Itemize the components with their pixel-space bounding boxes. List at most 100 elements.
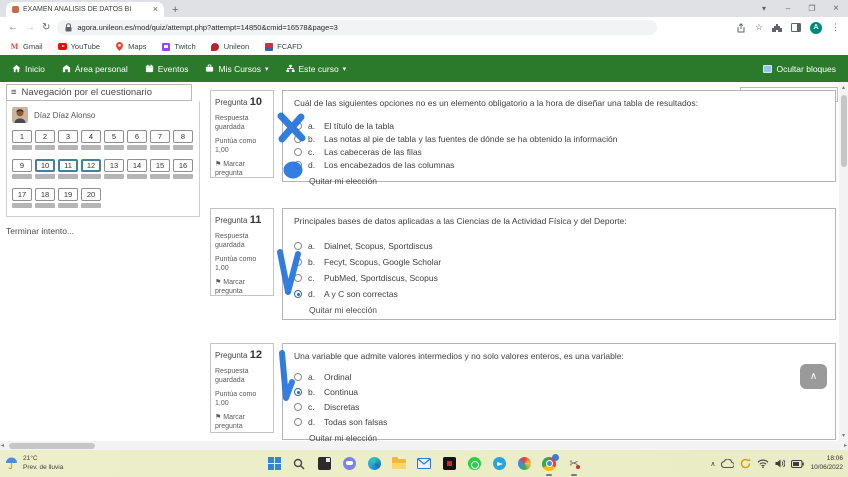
vertical-scroll-thumb[interactable] [841, 95, 847, 167]
question-nav-button-16[interactable]: 16 [173, 159, 193, 179]
nav-item-eventos[interactable]: Eventos [145, 64, 189, 74]
clear-choice-link[interactable]: Quitar mi elección [309, 176, 824, 186]
back-button[interactable]: ← [8, 22, 18, 33]
radio-button[interactable] [294, 258, 302, 266]
nav-item-area-personal[interactable]: Área personal [62, 64, 128, 74]
option-b[interactable]: b.Las notas al pie de tabla y las fuente… [294, 134, 824, 144]
question-nav-button-1[interactable]: 1 [12, 130, 32, 150]
radio-button[interactable] [294, 274, 302, 282]
question-nav-button-3[interactable]: 3 [58, 130, 78, 150]
clear-choice-link[interactable]: Quitar mi elección [309, 433, 824, 441]
question-nav-button-7[interactable]: 7 [150, 130, 170, 150]
finish-attempt-link[interactable]: Terminar intento... [6, 226, 204, 236]
color-wheel-app-icon[interactable] [516, 456, 532, 472]
profile-avatar[interactable]: A [810, 22, 822, 34]
nav-item-mis-cursos[interactable]: Mis Cursos ▾ [205, 64, 268, 74]
bookmark-youtube[interactable]: YouTube [58, 42, 100, 51]
forward-button[interactable]: → [25, 22, 35, 33]
question-nav-button-8[interactable]: 8 [173, 130, 193, 150]
dark-app-icon[interactable] [316, 456, 332, 472]
url-field[interactable]: agora.unileon.es/mod/quiz/attempt.php?at… [57, 20, 657, 35]
question-nav-button-13[interactable]: 13 [104, 159, 124, 179]
side-panel-icon[interactable] [791, 23, 801, 32]
option-d[interactable]: d.Los encabezados de las columnas [294, 160, 824, 170]
media-app-icon[interactable] [441, 456, 457, 472]
question-nav-button-5[interactable]: 5 [104, 130, 124, 150]
volume-icon[interactable] [775, 459, 785, 468]
scroll-up-arrow-icon[interactable]: ▴ [839, 84, 848, 91]
flag-question-link[interactable]: ⚑ Marcar pregunta [215, 278, 269, 297]
extensions-icon[interactable] [772, 23, 782, 33]
option-c[interactable]: c.Discretas [294, 402, 824, 412]
bookmark-fcafd[interactable]: FCAFD [264, 42, 302, 51]
mail-icon[interactable] [416, 456, 432, 472]
scroll-left-arrow-icon[interactable]: ◂ [1, 442, 4, 449]
radio-button[interactable] [294, 388, 302, 396]
question-nav-button-19[interactable]: 19 [58, 188, 78, 208]
question-nav-button-18[interactable]: 18 [35, 188, 55, 208]
new-tab-button[interactable]: + [164, 4, 188, 17]
window-close-button[interactable]: × [824, 3, 848, 14]
telegram-icon[interactable] [491, 456, 507, 472]
question-nav-button-2[interactable]: 2 [35, 130, 55, 150]
question-nav-button-4[interactable]: 4 [81, 130, 101, 150]
nav-item-inicio[interactable]: Inicio [12, 64, 45, 74]
option-c[interactable]: c.Las cabeceras de las filas [294, 147, 824, 157]
question-nav-button-11[interactable]: 11 [58, 159, 78, 179]
radio-button[interactable] [294, 403, 302, 411]
radio-button[interactable] [294, 148, 302, 156]
clock[interactable]: 18:06 10/06/2022 [810, 455, 843, 472]
browser-menu-icon[interactable]: ⋮ [831, 22, 840, 33]
radio-button[interactable] [294, 418, 302, 426]
weather-widget[interactable]: 21°CPrev. de lluvia [5, 455, 63, 471]
question-nav-button-20[interactable]: 20 [81, 188, 101, 208]
chrome-icon[interactable] [541, 456, 557, 472]
option-a[interactable]: a.Ordinal [294, 372, 824, 382]
chevron-up-icon[interactable]: ∧ [710, 460, 715, 468]
scroll-right-arrow-icon[interactable]: ▸ [844, 442, 847, 449]
bookmark-unileon[interactable]: Unileon [211, 42, 249, 51]
option-d[interactable]: d.A y C son correctas [294, 289, 824, 299]
radio-button[interactable] [294, 242, 302, 250]
question-nav-button-12[interactable]: 12 [81, 159, 101, 179]
scroll-to-top-button[interactable]: ∧ [800, 364, 827, 389]
reload-button[interactable]: ↻ [42, 22, 50, 33]
nav-item-este-curso[interactable]: Este curso ▾ [286, 64, 347, 74]
clear-choice-link[interactable]: Quitar mi elección [309, 305, 824, 315]
radio-button[interactable] [294, 122, 302, 130]
bookmark-star-icon[interactable]: ☆ [755, 22, 763, 33]
option-d[interactable]: d.Todas son falsas [294, 417, 824, 427]
question-nav-button-14[interactable]: 14 [127, 159, 147, 179]
search-icon[interactable] [291, 456, 307, 472]
chat-icon[interactable] [341, 456, 357, 472]
question-nav-button-15[interactable]: 15 [150, 159, 170, 179]
option-a[interactable]: a.Dialnet, Scopus, Sportdiscus [294, 241, 824, 251]
horizontal-scroll-thumb[interactable] [9, 443, 95, 449]
hide-blocks-button[interactable]: Ocultar bloques [763, 64, 836, 74]
option-a[interactable]: a.El título de la tabla [294, 121, 824, 131]
scroll-down-arrow-icon[interactable]: ▾ [839, 432, 848, 439]
bookmark-twitch[interactable]: Twitch [161, 42, 195, 51]
radio-button[interactable] [294, 135, 302, 143]
question-nav-button-17[interactable]: 17 [12, 188, 32, 208]
vertical-scrollbar[interactable]: ▴ ▾ [839, 82, 848, 441]
question-nav-button-9[interactable]: 9 [12, 159, 32, 179]
share-icon[interactable] [736, 23, 746, 33]
tab-close-icon[interactable]: × [153, 5, 158, 14]
question-nav-button-10[interactable]: 10 [35, 159, 55, 179]
option-c[interactable]: c.PubMed, Sportdiscus, Scopus [294, 273, 824, 283]
radio-button[interactable] [294, 290, 302, 298]
file-explorer-icon[interactable] [391, 456, 407, 472]
question-nav-button-6[interactable]: 6 [127, 130, 147, 150]
tab-search-icon[interactable]: ▾ [752, 4, 776, 13]
window-minimize-button[interactable]: – [776, 4, 800, 13]
whatsapp-icon[interactable] [466, 456, 482, 472]
radio-button[interactable] [294, 373, 302, 381]
cloud-icon[interactable] [721, 459, 734, 468]
window-restore-button[interactable]: ❐ [800, 4, 824, 13]
bookmark-gmail[interactable]: MGmail [10, 42, 43, 51]
start-icon[interactable] [266, 456, 282, 472]
flag-question-link[interactable]: ⚑ Marcar pregunta [215, 160, 269, 179]
sync-icon[interactable] [740, 458, 751, 469]
radio-button[interactable] [294, 161, 302, 169]
